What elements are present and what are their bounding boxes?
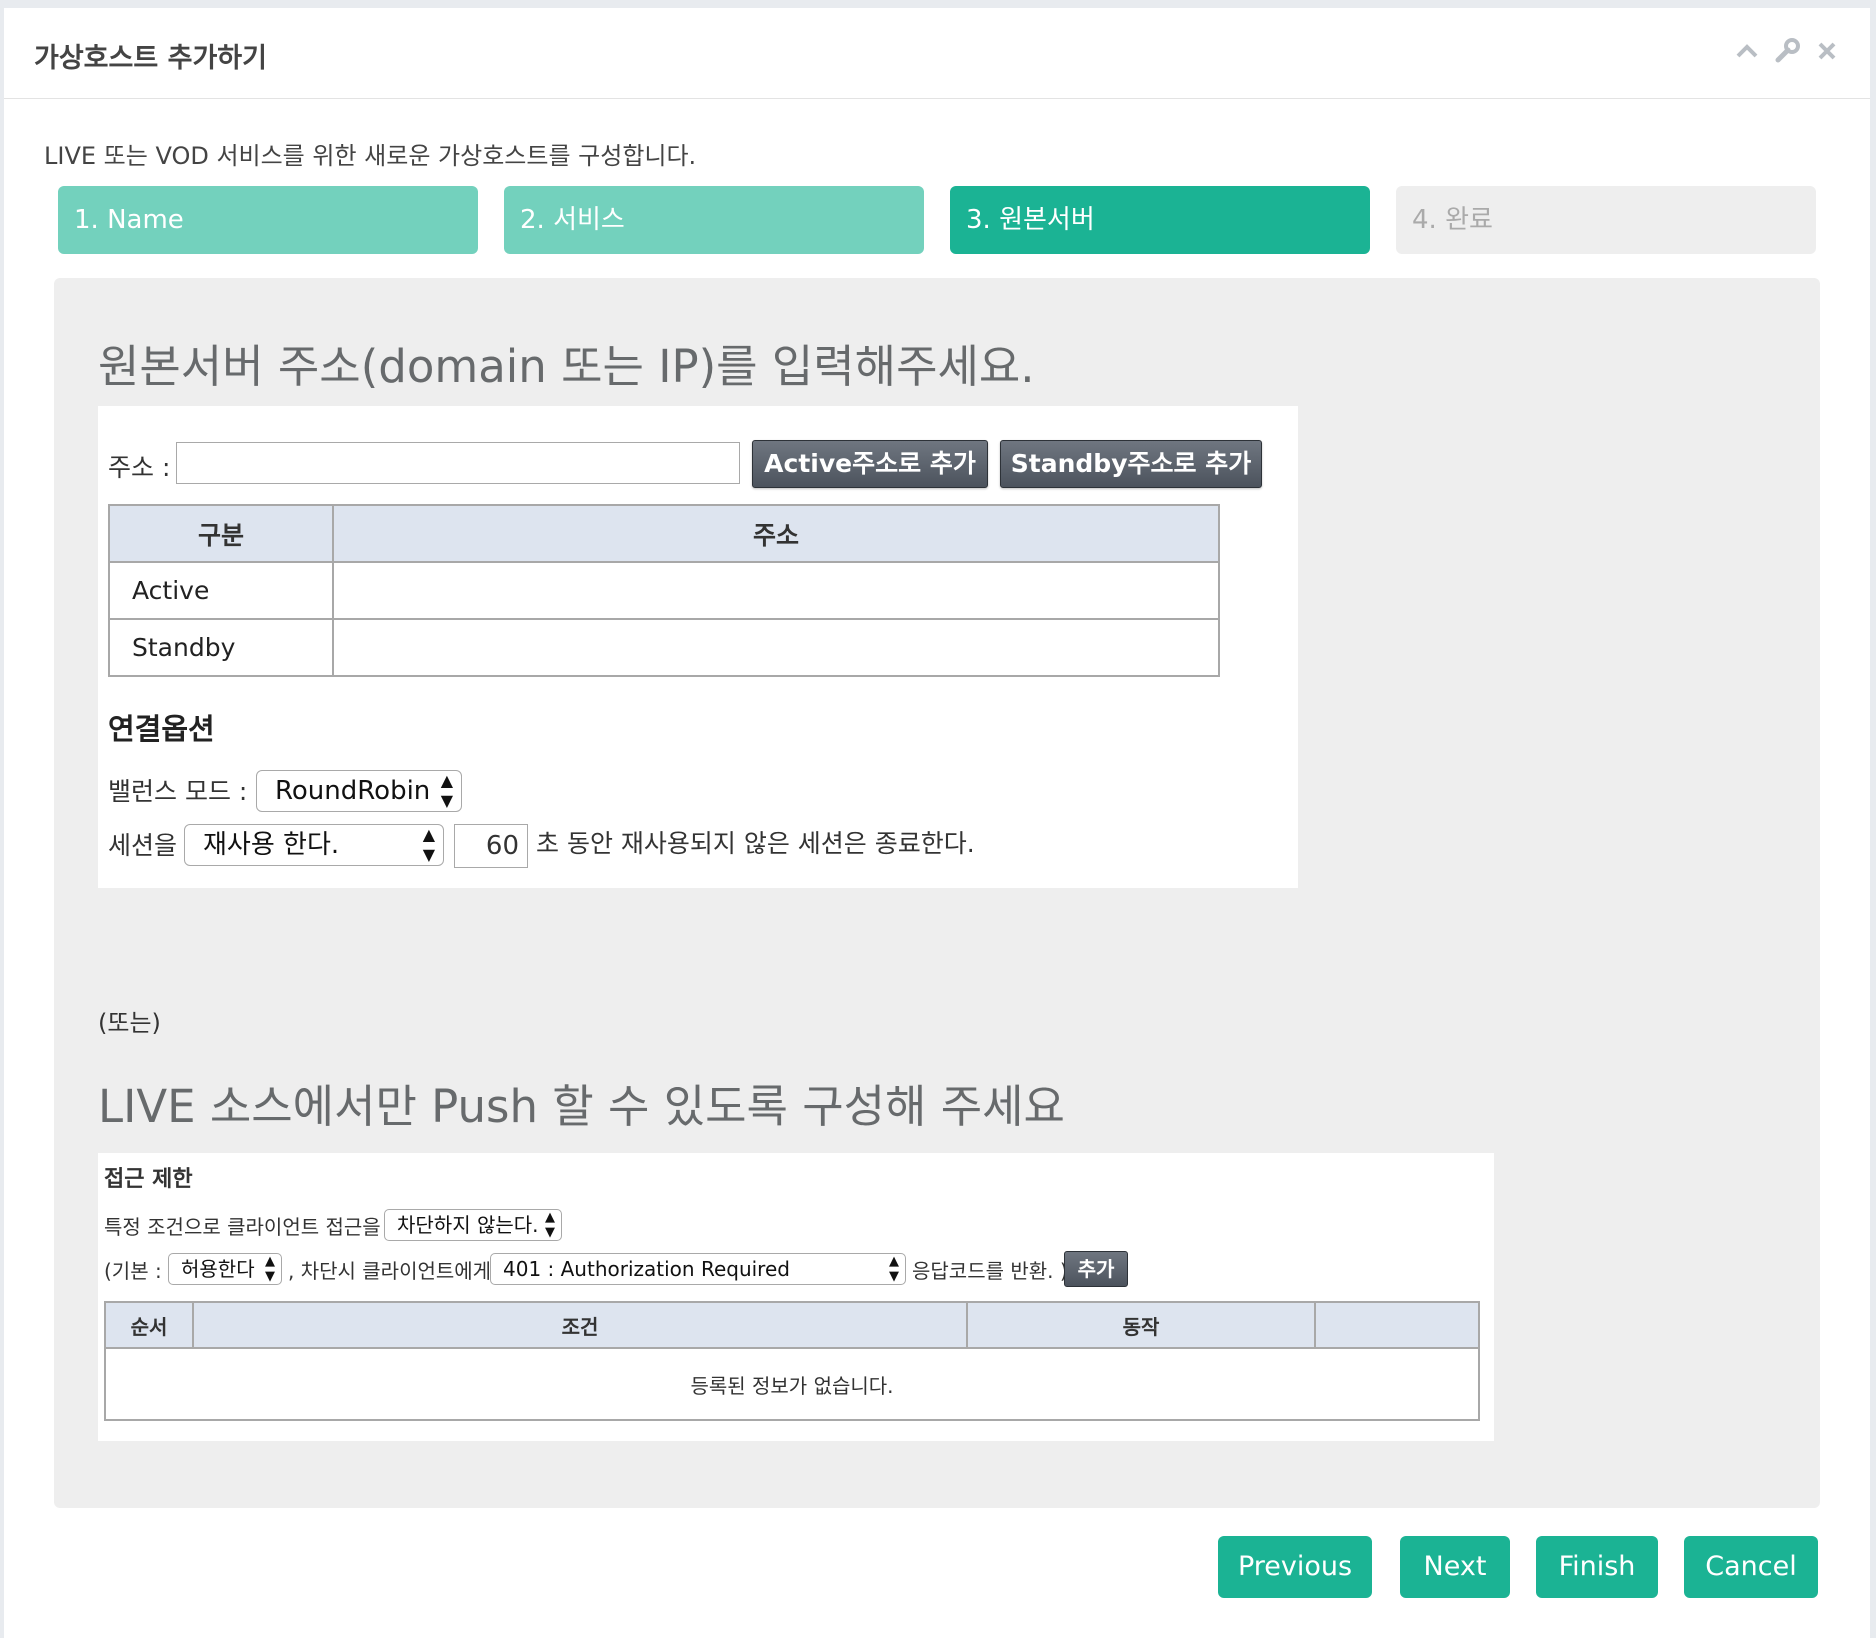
next-button[interactable]: Next: [1400, 1536, 1510, 1598]
column-header-address: 주소: [332, 504, 1220, 563]
client-block-value: 차단하지 않는다.: [397, 1213, 539, 1237]
balance-mode-label: 밸런스 모드 :: [108, 777, 248, 806]
default-policy-select[interactable]: 허용한다 ▲ ▼: [168, 1253, 282, 1285]
step-name[interactable]: 1. Name: [58, 186, 478, 254]
address-label: 주소 :: [108, 453, 171, 482]
access-rule-table: 순서 조건 동작 등록된 정보가 없습니다.: [104, 1301, 1480, 1421]
push-heading: LIVE 소스에서만 Push 할 수 있도록 구성해 주세요: [98, 1080, 1065, 1133]
select-arrows-icon: ▲ ▼: [440, 771, 453, 810]
step-content: 원본서버 주소(domain 또는 IP)를 입력해주세요. 주소 : Acti…: [54, 278, 1820, 1508]
dialog-title: 가상호스트 추가하기: [34, 43, 267, 74]
column-header-extra: [1314, 1301, 1480, 1349]
add-standby-address-button[interactable]: Standby주소로 추가: [1000, 440, 1262, 488]
row-address-active: [332, 561, 1220, 620]
wrench-icon[interactable]: [1772, 38, 1802, 68]
column-header-action: 동작: [966, 1301, 1316, 1349]
add-active-address-button[interactable]: Active주소로 추가: [752, 440, 988, 488]
response-code-value: 401 : Authorization Required: [503, 1257, 790, 1281]
select-arrows-icon: ▲ ▼: [422, 825, 435, 864]
row-type-active: Active: [108, 561, 334, 620]
access-control-title: 접근 제한: [104, 1167, 193, 1192]
close-icon[interactable]: [1812, 38, 1842, 68]
client-access-prefix: 특정 조건으로 클라이언트 접근을: [104, 1215, 381, 1239]
chevron-up-icon[interactable]: [1732, 38, 1762, 68]
select-arrows-icon: ▲ ▼: [265, 1254, 275, 1284]
cancel-button[interactable]: Cancel: [1684, 1536, 1818, 1598]
session-label: 세션을: [108, 831, 178, 860]
blocked-response-text: , 차단시 클라이언트에게: [288, 1259, 492, 1283]
dialog-titlebar: 가상호스트 추가하기: [4, 8, 1870, 99]
balance-mode-value: RoundRobin: [275, 776, 431, 806]
table-row: Active: [108, 561, 1220, 620]
select-arrows-icon: ▲ ▼: [889, 1254, 899, 1284]
add-rule-button[interactable]: 추가: [1064, 1251, 1128, 1287]
origin-panel: 주소 : Active주소로 추가 Standby주소로 추가 구분 주소 Ac…: [98, 406, 1298, 888]
add-virtual-host-dialog: 가상호스트 추가하기 LIVE 또는 VOD 서비스를 위한 새로운 가상호스트…: [4, 8, 1870, 1638]
table-row: Standby: [108, 618, 1220, 677]
response-code-select[interactable]: 401 : Authorization Required ▲ ▼: [490, 1253, 906, 1285]
session-reuse-value: 재사용 한다.: [203, 830, 340, 860]
step-origin-server[interactable]: 3. 원본서버: [950, 186, 1370, 254]
default-prefix: (기본 :: [104, 1259, 162, 1283]
step-complete[interactable]: 4. 완료: [1396, 186, 1816, 254]
response-code-suffix: 응답코드를 반환. ): [912, 1259, 1068, 1283]
session-suffix-text: 초 동안 재사용되지 않은 세션은 종료한다.: [536, 829, 975, 858]
row-address-standby: [332, 618, 1220, 677]
address-input[interactable]: [176, 442, 740, 484]
previous-button[interactable]: Previous: [1218, 1536, 1372, 1598]
finish-button[interactable]: Finish: [1536, 1536, 1658, 1598]
column-header-order: 순서: [104, 1301, 194, 1349]
table-row: 등록된 정보가 없습니다.: [104, 1347, 1480, 1421]
session-seconds-input[interactable]: 60: [454, 824, 528, 868]
or-text: (또는): [98, 1009, 161, 1037]
origin-address-table: 구분 주소 Active Standby: [108, 504, 1220, 677]
column-header-type: 구분: [108, 504, 334, 563]
client-block-select[interactable]: 차단하지 않는다. ▲ ▼: [384, 1209, 562, 1241]
select-arrows-icon: ▲ ▼: [545, 1210, 555, 1240]
column-header-condition: 조건: [192, 1301, 968, 1349]
empty-table-message: 등록된 정보가 없습니다.: [104, 1347, 1480, 1421]
access-control-panel: 접근 제한 특정 조건으로 클라이언트 접근을 차단하지 않는다. ▲ ▼ (기본…: [98, 1153, 1494, 1441]
default-policy-value: 허용한다: [181, 1257, 255, 1281]
connection-options-heading: 연결옵션: [108, 712, 215, 746]
step-service[interactable]: 2. 서비스: [504, 186, 924, 254]
session-reuse-select[interactable]: 재사용 한다. ▲ ▼: [184, 824, 444, 866]
row-type-standby: Standby: [108, 618, 334, 677]
origin-heading: 원본서버 주소(domain 또는 IP)를 입력해주세요.: [98, 340, 1035, 393]
balance-mode-select[interactable]: RoundRobin ▲ ▼: [256, 770, 462, 812]
intro-text: LIVE 또는 VOD 서비스를 위한 새로운 가상호스트를 구성합니다.: [44, 142, 697, 170]
